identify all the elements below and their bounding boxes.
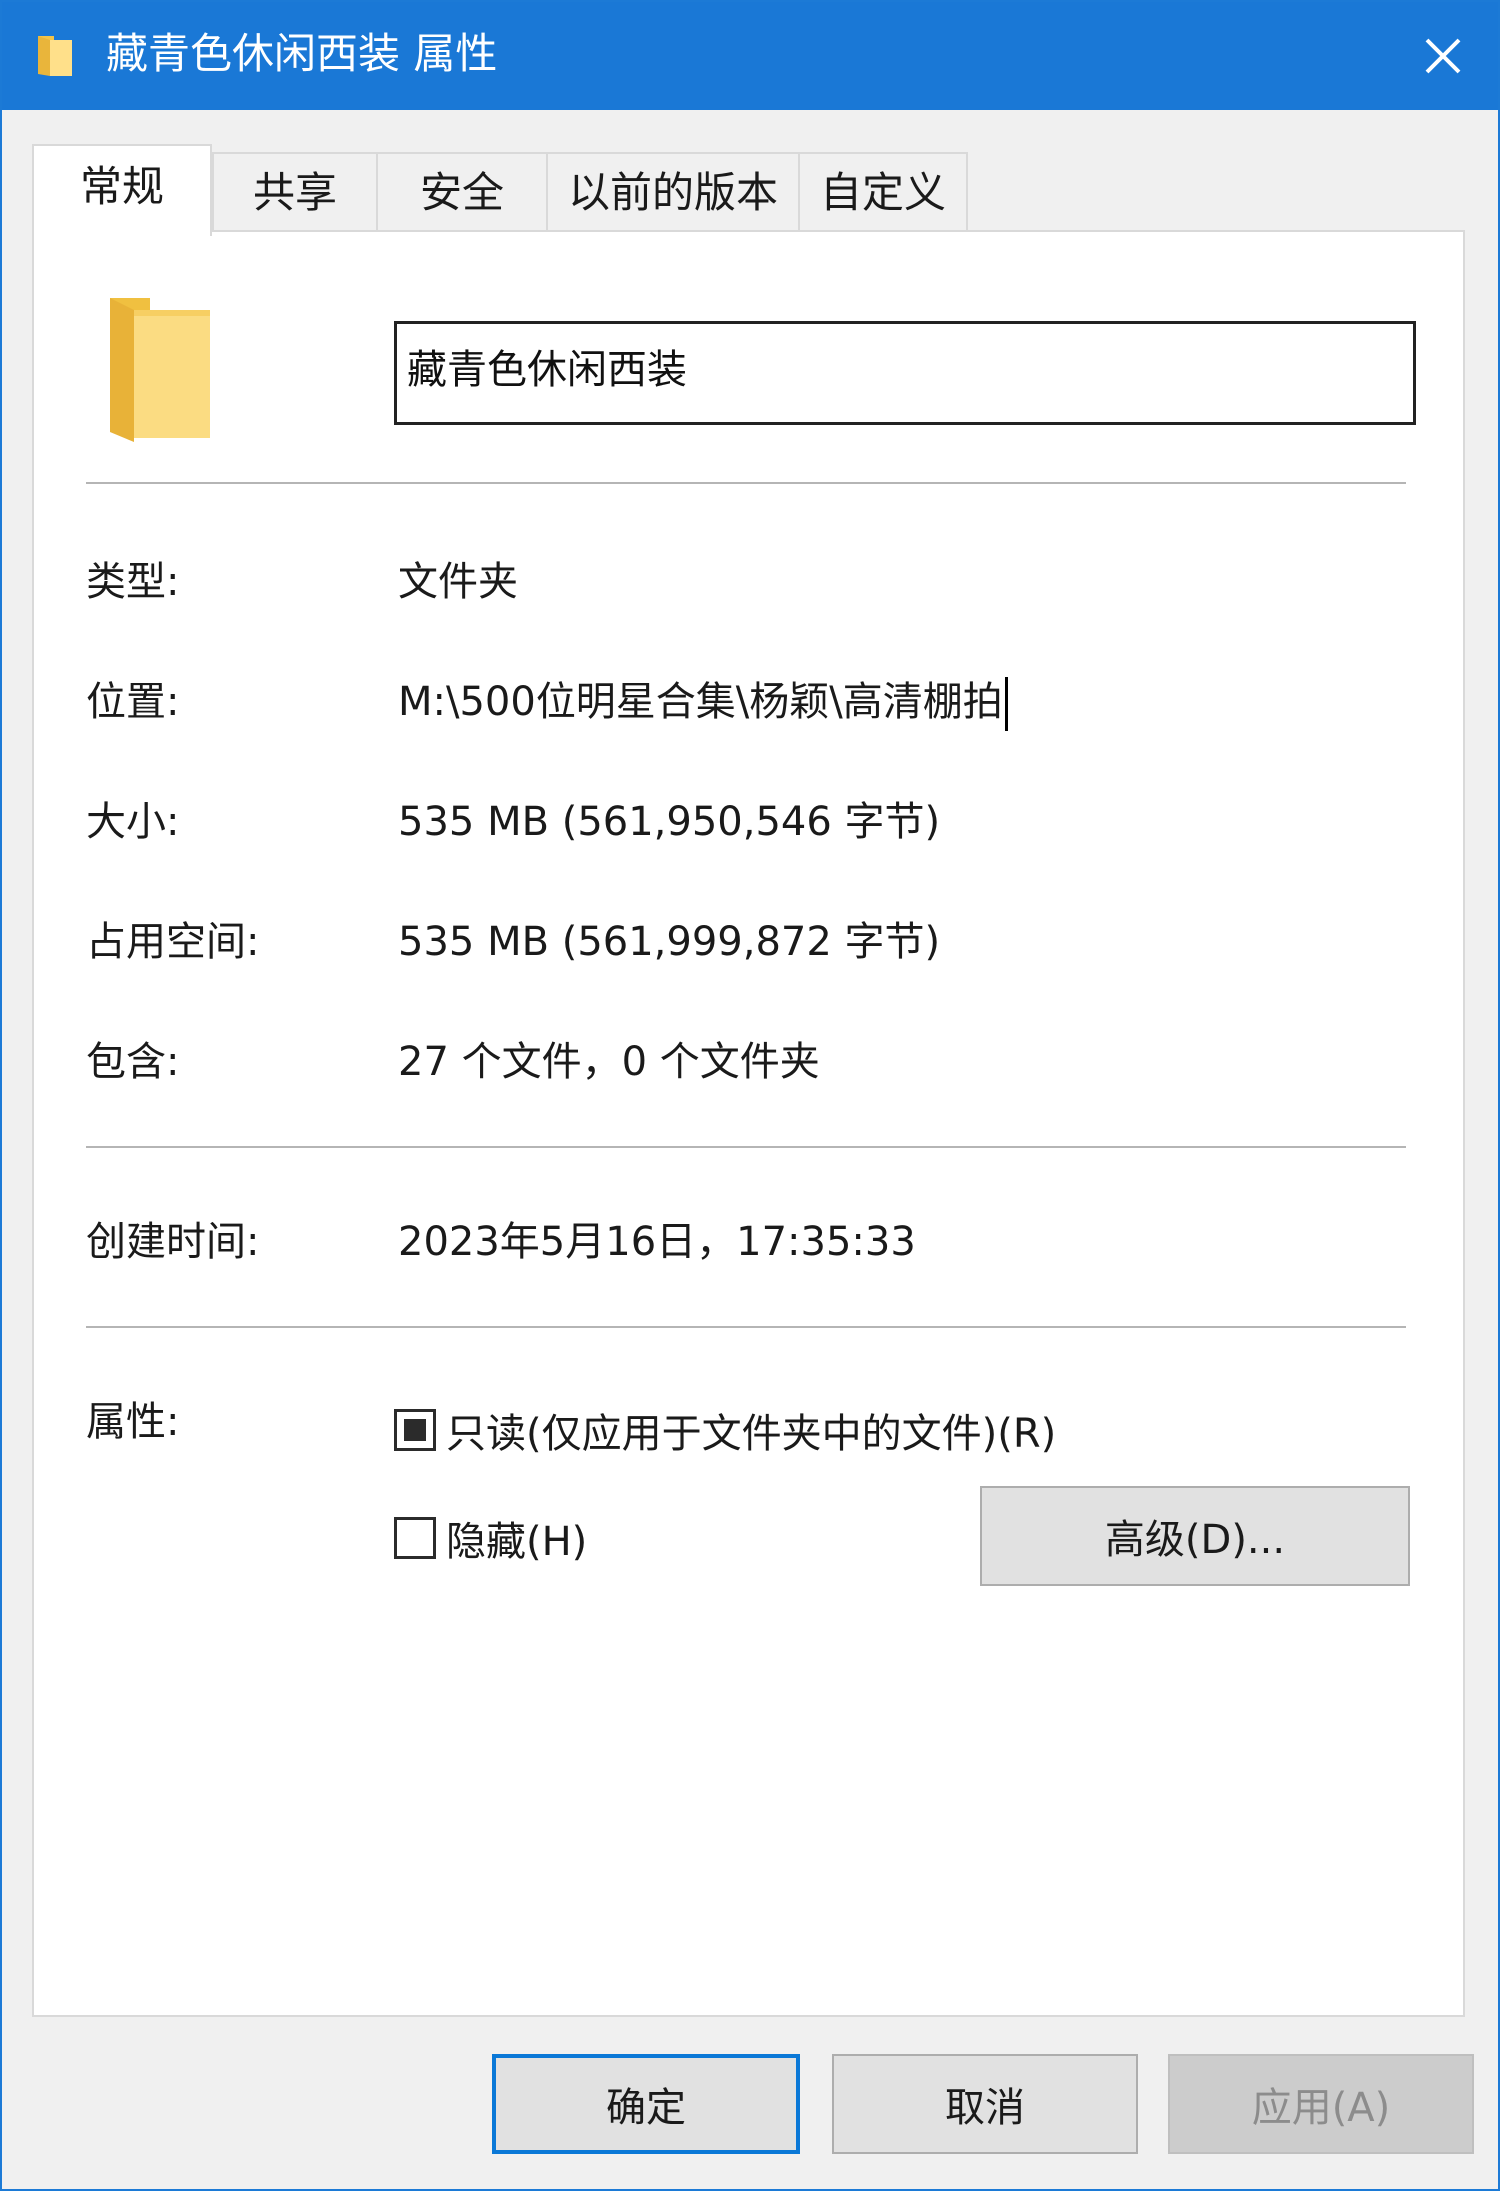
title-bar[interactable]: 藏青色休闲西装 属性 xyxy=(2,2,1498,110)
divider xyxy=(86,1146,1406,1148)
close-button[interactable] xyxy=(1388,2,1498,110)
tab-previous-versions[interactable]: 以前的版本 xyxy=(546,152,800,232)
created-label: 创建时间: xyxy=(86,1219,260,1265)
readonly-checkbox[interactable] xyxy=(394,1409,436,1451)
ok-button[interactable]: 确定 xyxy=(492,2054,800,2154)
cancel-button[interactable]: 取消 xyxy=(832,2054,1138,2154)
window-title: 藏青色休闲西装 属性 xyxy=(106,29,498,78)
folder-icon xyxy=(110,298,210,442)
tab-sharing[interactable]: 共享 xyxy=(212,152,378,232)
divider xyxy=(86,1326,1406,1328)
folder-name-field[interactable] xyxy=(394,321,1416,425)
size-label: 大小: xyxy=(86,799,180,845)
hidden-label[interactable]: 隐藏(H) xyxy=(446,1509,587,1567)
location-value-field[interactable]: M:\500位明星合集\杨颖\高清棚拍 xyxy=(398,674,1008,731)
folder-icon xyxy=(38,36,72,76)
close-icon xyxy=(1425,38,1461,74)
location-label: 位置: xyxy=(86,679,180,725)
hidden-checkbox-row[interactable]: 隐藏(H) xyxy=(394,1510,587,1566)
divider xyxy=(86,482,1406,484)
type-value: 文件夹 xyxy=(398,559,518,605)
properties-dialog: 藏青色休闲西装 属性 常规 共享 安全 以前的版本 自定义 类型: 文件夹 位置… xyxy=(0,0,1500,2191)
advanced-button[interactable]: 高级(D)... xyxy=(980,1486,1410,1586)
apply-button[interactable]: 应用(A) xyxy=(1168,2054,1474,2154)
size-value: 535 MB (561,950,546 字节) xyxy=(398,799,941,845)
size-on-disk-value: 535 MB (561,999,872 字节) xyxy=(398,919,941,965)
text-caret xyxy=(1004,677,1008,731)
indeterminate-mark xyxy=(404,1419,426,1441)
attributes-label: 属性: xyxy=(86,1399,180,1445)
tab-customize[interactable]: 自定义 xyxy=(798,152,968,232)
location-value[interactable]: M:\500位明星合集\杨颖\高清棚拍 xyxy=(398,679,1003,725)
created-value: 2023年5月16日，17:35:33 xyxy=(398,1219,916,1265)
readonly-checkbox-row[interactable]: 只读(仅应用于文件夹中的文件)(R) xyxy=(394,1402,1056,1458)
readonly-label[interactable]: 只读(仅应用于文件夹中的文件)(R) xyxy=(446,1401,1056,1459)
contains-label: 包含: xyxy=(86,1039,180,1085)
tab-security[interactable]: 安全 xyxy=(376,152,548,232)
type-label: 类型: xyxy=(86,559,180,605)
hidden-checkbox[interactable] xyxy=(394,1517,436,1559)
contains-value: 27 个文件，0 个文件夹 xyxy=(398,1039,820,1085)
general-tab-panel: 类型: 文件夹 位置: M:\500位明星合集\杨颖\高清棚拍 大小: 535 … xyxy=(32,230,1465,2017)
tab-general[interactable]: 常规 xyxy=(32,144,212,236)
size-on-disk-label: 占用空间: xyxy=(86,919,260,965)
